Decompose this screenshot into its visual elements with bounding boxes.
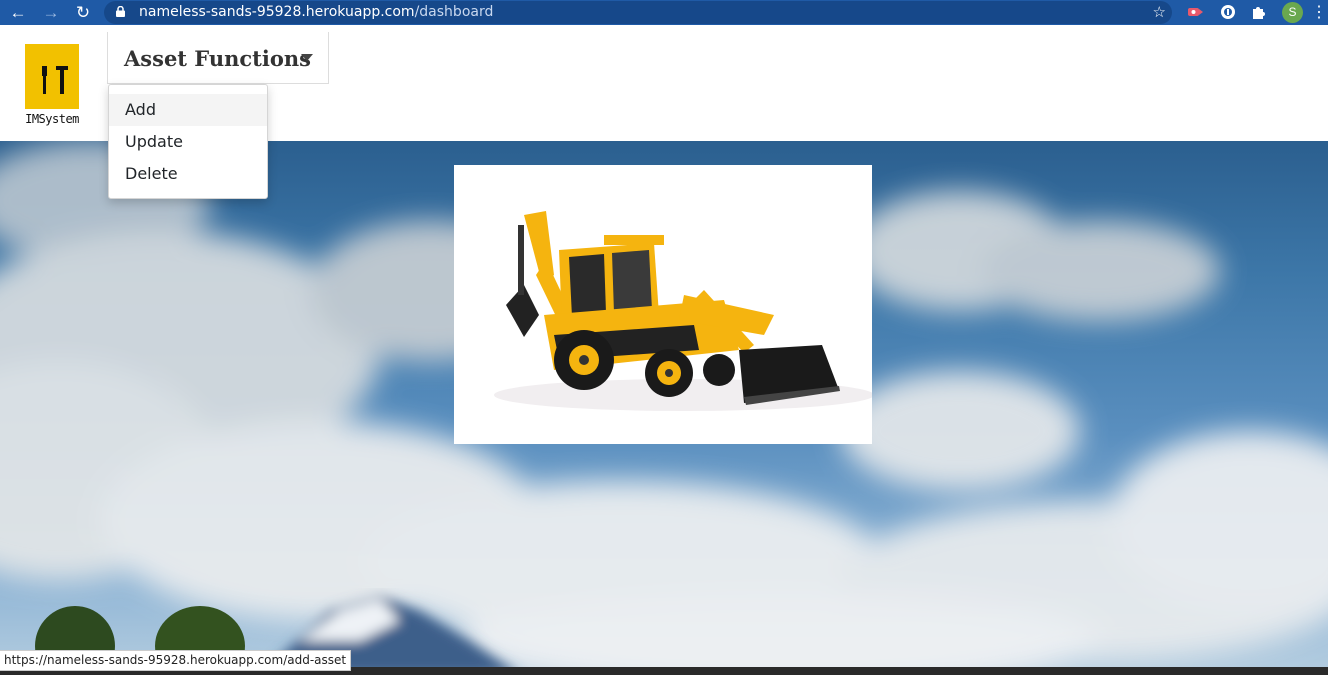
star-icon[interactable]: ☆: [1153, 1, 1166, 24]
asset-functions-dropdown: Add Update Delete: [108, 84, 268, 199]
asset-photo: [454, 165, 874, 444]
caret-down-icon: [301, 54, 313, 61]
url-host: nameless-sands-95928.herokuapp.com: [139, 4, 415, 20]
address-bar[interactable]: nameless-sands-95928.herokuapp.com/dashb…: [104, 1, 1172, 24]
hammer-icon: [42, 66, 68, 94]
menu-label: Asset Functions: [124, 46, 311, 71]
backhoe-loader-image: [494, 211, 874, 411]
asset-functions-menu-button[interactable]: Asset Functions: [107, 32, 329, 84]
url-path: /dashboard: [414, 4, 494, 20]
dropdown-item-update[interactable]: Update: [109, 126, 267, 158]
background-image: [0, 141, 1328, 675]
dropdown-item-add[interactable]: Add: [109, 94, 267, 126]
forward-arrow-icon[interactable]: →: [40, 0, 62, 25]
lock-icon: [116, 6, 125, 17]
reload-icon[interactable]: ↻: [72, 0, 94, 25]
browser-toolbar: ← → ↻ nameless-sands-95928.herokuapp.com…: [0, 0, 1328, 25]
dropdown-item-delete[interactable]: Delete: [109, 158, 267, 190]
extension-icon[interactable]: [1186, 3, 1204, 21]
logo-text: IMSystem: [25, 112, 79, 126]
back-arrow-icon[interactable]: ←: [7, 0, 29, 25]
puzzle-icon[interactable]: [1250, 3, 1268, 21]
status-bar-link-preview: https://nameless-sands-95928.herokuapp.c…: [0, 650, 352, 671]
profile-avatar[interactable]: S: [1282, 2, 1303, 23]
extension-icon[interactable]: [1219, 3, 1237, 21]
app-logo[interactable]: IMSystem: [25, 44, 79, 139]
kebab-menu-icon[interactable]: ⋮: [1311, 0, 1327, 25]
logo-emblem: [25, 44, 79, 109]
url-text: nameless-sands-95928.herokuapp.com/dashb…: [139, 1, 493, 24]
